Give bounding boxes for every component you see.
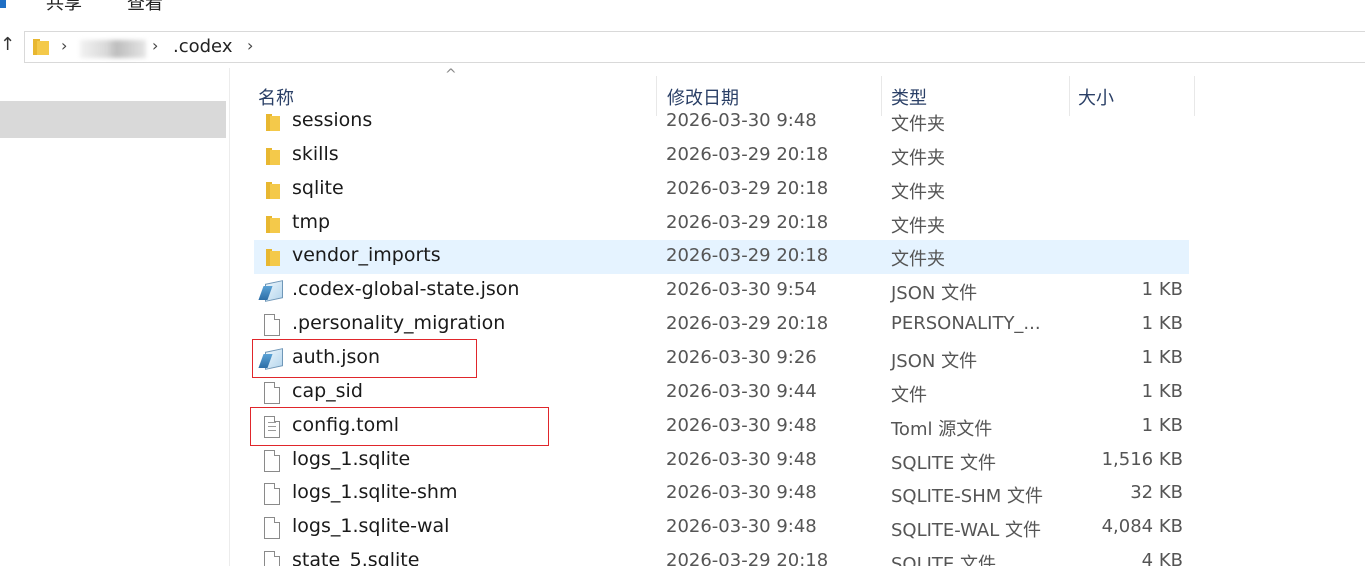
json-file-icon xyxy=(258,280,283,303)
file-row[interactable]: logs_1.sqlite-wal 2026-03-30 9:48 SQLITE-W… xyxy=(254,511,1189,545)
file-type: 文件夹 xyxy=(891,215,945,237)
file-name: skills xyxy=(292,142,339,165)
file-name: state_5.sqlite xyxy=(292,549,420,566)
file-modified-date: 2026-03-29 20:18 xyxy=(666,313,829,335)
file-modified-date: 2026-03-29 20:18 xyxy=(666,143,829,165)
file-list: sessions 2026-03-30 9:48 文件夹 skills 2026-03-… xyxy=(0,0,1365,566)
file-type: SQLITE 文件 xyxy=(891,554,997,566)
file-name: logs_1.sqlite xyxy=(292,447,411,470)
file-size: 4 KB xyxy=(1141,550,1183,566)
highlight-box xyxy=(252,338,477,378)
blank-file-icon xyxy=(264,381,280,404)
file-name: logs_1.sqlite-shm xyxy=(292,481,458,504)
file-size: 1,516 KB xyxy=(1101,448,1183,470)
file-type: 文件夹 xyxy=(891,114,945,135)
file-size: 32 KB xyxy=(1130,482,1183,504)
file-modified-date: 2026-03-29 20:18 xyxy=(666,177,829,199)
file-row[interactable]: .codex-global-state.json 2026-03-30 9:54 J… xyxy=(254,274,1189,308)
file-size: 1 KB xyxy=(1141,313,1183,335)
file-size: 1 KB xyxy=(1141,380,1183,402)
file-modified-date: 2026-03-30 9:48 xyxy=(666,448,817,470)
file-modified-date: 2026-03-30 9:54 xyxy=(666,279,817,301)
file-name: logs_1.sqlite-wal xyxy=(292,515,450,538)
file-size: 1 KB xyxy=(1141,414,1183,436)
folder-icon xyxy=(262,213,282,235)
file-type: SQLITE-SHM 文件 xyxy=(891,486,1044,508)
file-type: JSON 文件 xyxy=(891,350,978,372)
file-modified-date: 2026-03-30 9:48 xyxy=(666,482,817,504)
file-name: .codex-global-state.json xyxy=(292,278,520,301)
file-modified-date: 2026-03-30 9:48 xyxy=(666,414,817,436)
file-row[interactable]: skills 2026-03-29 20:18 文件夹 xyxy=(254,139,1189,173)
file-name: sessions xyxy=(292,109,373,131)
file-row[interactable]: logs_1.sqlite 2026-03-30 9:48 SQLITE 文件 1,5… xyxy=(254,444,1189,478)
folder-icon xyxy=(262,246,282,268)
file-type: 文件夹 xyxy=(891,249,945,271)
file-type: Toml 源文件 xyxy=(891,418,993,440)
file-name: sqlite xyxy=(292,176,344,199)
blank-file-icon xyxy=(264,483,280,506)
folder-icon xyxy=(262,145,282,167)
file-row[interactable]: sessions 2026-03-30 9:48 文件夹 xyxy=(254,105,1189,139)
file-type: SQLITE 文件 xyxy=(891,452,997,474)
file-type: 文件 xyxy=(891,384,927,406)
blank-file-icon xyxy=(264,517,280,540)
file-row[interactable]: vendor_imports 2026-03-29 20:18 文件夹 xyxy=(254,240,1189,275)
file-row[interactable]: cap_sid 2026-03-30 9:44 文件 1 KB xyxy=(254,376,1189,410)
file-row[interactable]: state_5.sqlite 2026-03-29 20:18 SQLITE 文件 4… xyxy=(254,545,1189,566)
blank-file-icon xyxy=(264,449,280,472)
file-size: 1 KB xyxy=(1141,346,1183,368)
file-name: vendor_imports xyxy=(292,244,441,267)
file-modified-date: 2026-03-29 20:18 xyxy=(666,211,829,233)
file-type: SQLITE-WAL 文件 xyxy=(891,520,1041,542)
file-size: 1 KB xyxy=(1141,279,1183,301)
file-row[interactable]: tmp 2026-03-29 20:18 文件夹 xyxy=(254,207,1189,241)
file-modified-date: 2026-03-29 20:18 xyxy=(666,550,829,566)
file-type: 文件夹 xyxy=(891,181,945,203)
file-row[interactable]: sqlite 2026-03-29 20:18 文件夹 xyxy=(254,173,1189,207)
file-type: PERSONALITY_... xyxy=(891,313,1041,335)
highlight-box xyxy=(250,406,549,446)
file-type: 文件夹 xyxy=(891,147,945,169)
file-modified-date: 2026-03-30 9:44 xyxy=(666,380,817,402)
file-modified-date: 2026-03-30 9:26 xyxy=(666,346,817,368)
file-row[interactable]: .personality_migration 2026-03-29 20:18 PE… xyxy=(254,308,1189,342)
file-modified-date: 2026-03-30 9:48 xyxy=(666,516,817,538)
file-row[interactable]: logs_1.sqlite-shm 2026-03-30 9:48 SQLITE-S… xyxy=(254,477,1189,511)
folder-icon xyxy=(262,111,282,133)
file-name: cap_sid xyxy=(292,379,363,402)
folder-icon xyxy=(262,179,282,201)
file-name: tmp xyxy=(292,210,331,233)
file-modified-date: 2026-03-30 9:48 xyxy=(666,110,817,131)
file-name: .personality_migration xyxy=(292,312,506,335)
file-size: 4,084 KB xyxy=(1101,516,1183,538)
file-type: JSON 文件 xyxy=(891,283,978,305)
blank-file-icon xyxy=(264,314,280,337)
file-modified-date: 2026-03-29 20:18 xyxy=(666,245,829,267)
blank-file-icon xyxy=(264,551,280,566)
